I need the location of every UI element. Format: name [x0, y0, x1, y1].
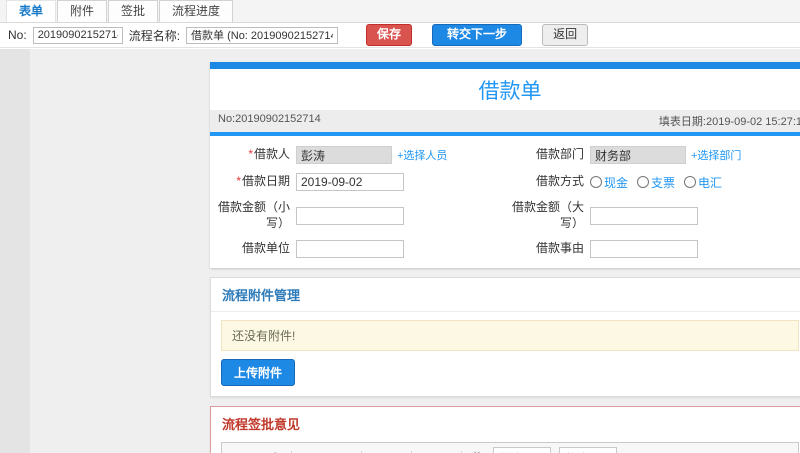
amount-big-input[interactable]: [590, 206, 698, 225]
amount-big-cell: [590, 206, 800, 225]
loan-unit-label-text: 借款单位: [241, 241, 290, 256]
loan-date-label-text: 借款日期: [241, 174, 290, 189]
loan-unit-input[interactable]: [296, 240, 404, 259]
borrower-input[interactable]: [296, 146, 392, 164]
method-check-label: 支票: [651, 175, 676, 190]
loan-reason-input[interactable]: [590, 240, 698, 259]
editor-toolbar: B I abc ✎ ⚓ ⚑ ≔ ≡ ⇤ ⇥ “ 样式: [222, 443, 798, 453]
department-cell: +选择部门: [590, 146, 800, 164]
form-number: No:20190902152714: [218, 113, 321, 125]
method-cash-label: 现金: [604, 175, 629, 190]
tab-attachments[interactable]: 附件: [57, 0, 108, 22]
amount-big-label: 借款金额（大写）: [504, 200, 590, 231]
method-check-radio[interactable]: [637, 176, 650, 188]
loan-method-label: 借款方式: [504, 174, 590, 190]
attachments-title: 流程附件管理: [211, 278, 800, 313]
flow-name-label: 流程名称:: [128, 28, 181, 43]
amount-small-label: 借款金额（小写）: [214, 200, 296, 231]
amount-small-input[interactable]: [296, 206, 404, 225]
borrower-label-text: 借款人: [253, 147, 290, 162]
loan-date-cell: [296, 173, 504, 191]
select-department-link[interactable]: +选择部门: [691, 147, 741, 163]
amount-small-label-text: 借款金额（小写）: [217, 200, 290, 230]
flow-name-input[interactable]: [186, 26, 339, 44]
no-attachments-notice: 还没有附件!: [221, 320, 799, 352]
required-mark: *: [236, 174, 241, 189]
method-cash-option[interactable]: 现金: [590, 174, 628, 191]
approval-title: 流程签批意见: [222, 417, 301, 433]
borrower-cell: +选择人员: [296, 146, 504, 164]
tab-progress[interactable]: 流程进度: [159, 0, 234, 22]
toolbar: No: 流程名称: 保存 转交下一步 返回: [0, 23, 800, 48]
no-input[interactable]: [32, 26, 123, 44]
left-rail: [0, 49, 30, 453]
upload-attachment-button[interactable]: 上传附件: [221, 359, 296, 387]
loan-method-group: 现金 支票 电汇: [590, 174, 800, 191]
method-cash-radio[interactable]: [590, 176, 602, 188]
department-input[interactable]: [590, 146, 686, 164]
form-stack: 借款单 No:20190902152714 填表日期:2019-09-02 15…: [210, 62, 800, 453]
amount-small-cell: [296, 206, 504, 225]
approval-panel: 流程签批意见 B I abc ✎ ⚓ ⚑ ≔ ≡ ⇤ ⇥ “: [210, 406, 800, 453]
loan-method-label-text: 借款方式: [535, 174, 584, 189]
no-label: No:: [8, 28, 27, 42]
borrower-label: *借款人: [214, 147, 296, 163]
loan-date-label: *借款日期: [214, 174, 296, 190]
loan-reason-cell: [590, 240, 800, 259]
page-title: 借款单: [478, 80, 542, 103]
form-meta-bar: No:20190902152714 填表日期:2019-09-02 15:27:…: [210, 110, 800, 132]
loan-reason-label-text: 借款事由: [535, 241, 584, 256]
tab-bar: 表单 附件 签批 流程进度: [0, 0, 800, 23]
select-person-link[interactable]: +选择人员: [397, 147, 447, 163]
loan-unit-cell: [296, 240, 504, 259]
content-area: 借款单 No:20190902152714 填表日期:2019-09-02 15…: [0, 49, 800, 453]
back-button[interactable]: 返回: [542, 24, 589, 46]
panel-top-bar: [210, 62, 800, 69]
method-wire-radio[interactable]: [684, 176, 697, 188]
next-step-button[interactable]: 转交下一步: [432, 24, 523, 46]
attachments-panel: 流程附件管理 还没有附件! 上传附件: [210, 277, 800, 398]
method-wire-label: 电汇: [698, 175, 723, 190]
loan-date-input[interactable]: [296, 173, 404, 191]
loan-unit-label: 借款单位: [214, 241, 296, 257]
department-label: 借款部门: [504, 147, 590, 163]
save-button[interactable]: 保存: [366, 24, 413, 46]
required-mark: *: [248, 147, 253, 162]
amount-big-label-text: 借款金额（大写）: [511, 200, 584, 230]
tab-approval[interactable]: 签批: [108, 0, 159, 22]
method-wire-option[interactable]: 电汇: [684, 174, 722, 191]
department-label-text: 借款部门: [535, 147, 584, 162]
loan-form: *借款人 +选择人员 借款部门 +选择部门 *借款日期: [210, 136, 800, 268]
tab-form[interactable]: 表单: [6, 0, 57, 22]
format-select[interactable]: 格式 ▾: [559, 447, 617, 453]
rich-text-editor: B I abc ✎ ⚓ ⚑ ≔ ≡ ⇤ ⇥ “ 样式: [221, 442, 799, 453]
form-fill-date: 填表日期:2019-09-02 15:27:1: [658, 116, 800, 128]
style-select[interactable]: 样式 ▾: [493, 447, 551, 453]
loan-form-panel: 借款单 No:20190902152714 填表日期:2019-09-02 15…: [210, 62, 800, 269]
loan-reason-label: 借款事由: [504, 241, 590, 257]
method-check-option[interactable]: 支票: [637, 174, 675, 191]
